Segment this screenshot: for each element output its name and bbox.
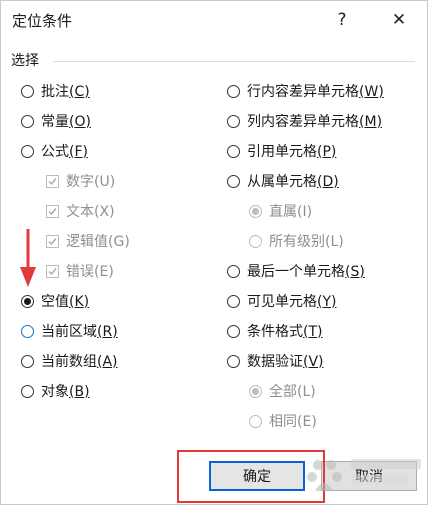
red-arrow-icon: [20, 229, 36, 287]
checkbox-checked-icon: [46, 174, 59, 188]
radio-dot-icon: [252, 387, 259, 395]
radio-button[interactable]: [21, 384, 34, 398]
radio-button[interactable]: [21, 144, 34, 158]
option-direct-only: 直属(I): [249, 200, 312, 222]
option-last-cell[interactable]: 最后一个单元格(S): [227, 260, 365, 282]
option-data-validation[interactable]: 数据验证(V): [227, 350, 324, 372]
option-validation-all: 全部(L): [249, 380, 316, 402]
title-bar: 定位条件 ? ✕: [1, 1, 427, 39]
option-label: 引用单元格(P): [247, 144, 337, 160]
option-label: 对象(B): [41, 384, 90, 400]
radio-button-selected-disabled: [249, 384, 262, 398]
radio-button[interactable]: [21, 354, 34, 368]
radio-button[interactable]: [227, 84, 240, 98]
close-button[interactable]: ✕: [384, 5, 414, 35]
cancel-button[interactable]: 取消: [321, 461, 417, 491]
option-validation-same: 相同(E): [249, 410, 317, 432]
option-dependents[interactable]: 从属单元格(D): [227, 170, 339, 192]
radio-button-selected[interactable]: [21, 294, 34, 308]
option-conditional-formats[interactable]: 条件格式(T): [227, 320, 323, 342]
radio-button[interactable]: [227, 174, 240, 188]
radio-button[interactable]: [227, 114, 240, 128]
option-label: 可见单元格(Y): [247, 294, 337, 310]
option-label: 全部(L): [269, 384, 316, 400]
radio-button-disabled: [249, 234, 262, 248]
option-label: 错误(E): [66, 264, 114, 280]
radio-button[interactable]: [227, 294, 240, 308]
option-label: 数据验证(V): [247, 354, 324, 370]
radio-button[interactable]: [227, 324, 240, 338]
checkbox-numbers: 数字(U): [46, 170, 115, 192]
checkbox-text: 文本(X): [46, 200, 115, 222]
radio-button[interactable]: [227, 354, 240, 368]
option-label: 直属(I): [269, 204, 313, 220]
option-current-array[interactable]: 当前数组(A): [21, 350, 118, 372]
option-precedents[interactable]: 引用单元格(P): [227, 140, 336, 162]
option-label: 数字(U): [66, 174, 116, 190]
dialog-title: 定位条件: [12, 12, 73, 30]
group-divider: [53, 61, 415, 62]
checkbox-checked-icon: [46, 234, 59, 248]
option-objects[interactable]: 对象(B): [21, 380, 90, 402]
radio-button-selected-disabled: [249, 204, 262, 218]
option-label: 从属单元格(D): [247, 174, 339, 190]
radio-dot-icon: [252, 207, 259, 215]
option-label: 批注(C): [41, 84, 90, 100]
option-visible-cells[interactable]: 可见单元格(Y): [227, 290, 337, 312]
option-label: 所有级别(L): [269, 234, 344, 250]
option-label: 文本(X): [66, 204, 115, 220]
option-label: 相同(E): [269, 414, 317, 430]
radio-button[interactable]: [21, 114, 34, 128]
option-all-levels: 所有级别(L): [249, 230, 344, 252]
option-label: 列内容差异单元格(M): [247, 114, 383, 130]
option-constants[interactable]: 常量(O): [21, 110, 91, 132]
option-label: 行内容差异单元格(W): [247, 84, 384, 100]
option-label: 公式(F): [41, 144, 88, 160]
radio-button[interactable]: [21, 84, 34, 98]
goto-special-dialog: 定位条件 ? ✕ 选择 批注(C) 常量(O) 公式(F) 数字(U) 文本(X…: [0, 0, 428, 505]
radio-button[interactable]: [227, 264, 240, 278]
red-highlight-box: [177, 450, 325, 503]
option-label: 条件格式(T): [247, 324, 323, 340]
checkbox-errors: 错误(E): [46, 260, 114, 282]
radio-button[interactable]: [21, 324, 34, 338]
checkbox-checked-icon: [46, 204, 59, 218]
radio-button-disabled: [249, 414, 262, 428]
selection-group-label: 选择: [11, 53, 39, 69]
option-row-differences[interactable]: 行内容差异单元格(W): [227, 80, 384, 102]
option-blanks[interactable]: 空值(K): [21, 290, 89, 312]
option-label: 当前数组(A): [41, 354, 118, 370]
option-label: 空值(K): [41, 294, 90, 310]
option-column-differences[interactable]: 列内容差异单元格(M): [227, 110, 382, 132]
option-label: 逻辑值(G): [66, 234, 130, 250]
option-formulas[interactable]: 公式(F): [21, 140, 88, 162]
help-button[interactable]: ?: [327, 5, 357, 35]
option-label: 最后一个单元格(S): [247, 264, 365, 280]
option-current-region[interactable]: 当前区域(R): [21, 320, 118, 342]
option-label: 常量(O): [41, 114, 91, 130]
checkbox-checked-icon: [46, 264, 59, 278]
checkbox-logicals: 逻辑值(G): [46, 230, 130, 252]
option-label: 当前区域(R): [41, 324, 118, 340]
option-comments[interactable]: 批注(C): [21, 80, 90, 102]
radio-dot-icon: [24, 297, 31, 305]
radio-button[interactable]: [227, 144, 240, 158]
